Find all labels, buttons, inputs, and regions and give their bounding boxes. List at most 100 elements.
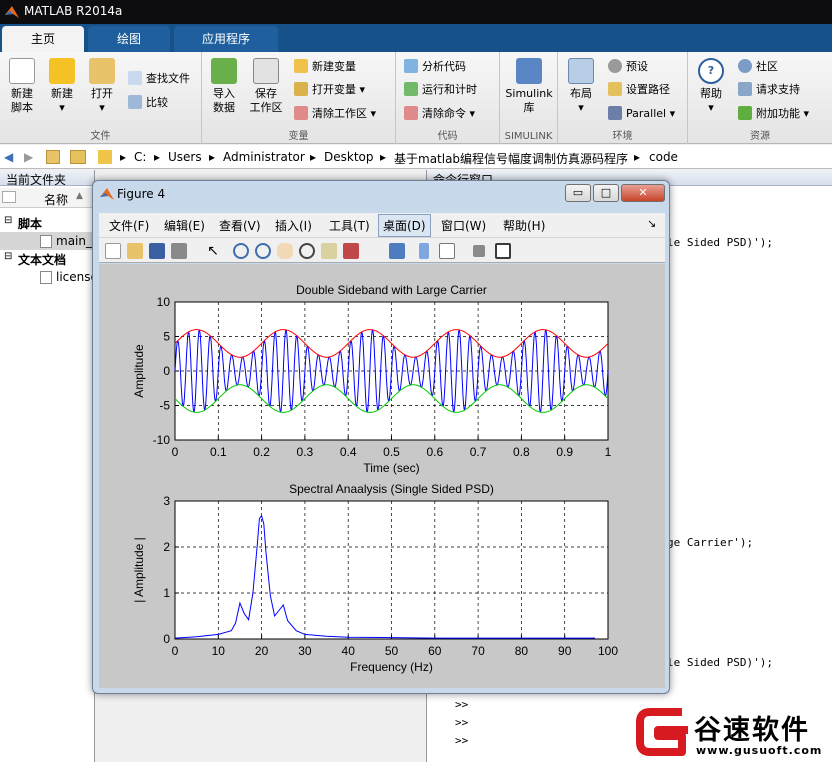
set-path-button[interactable]: 设置路径: [608, 81, 670, 99]
column-header[interactable]: 名称 ▲: [0, 188, 95, 208]
gear-icon: [608, 59, 622, 73]
layout-button[interactable]: 布局 ▾: [564, 58, 598, 115]
y-tick-label: 1: [163, 586, 170, 600]
help-icon: ?: [698, 58, 724, 84]
y-tick-label: 5: [163, 330, 170, 344]
new-script-button[interactable]: 新建 脚本: [4, 58, 40, 115]
file-item-main[interactable]: main_: [0, 232, 95, 250]
prompt: >>: [455, 698, 469, 711]
analyze-code-button[interactable]: 分析代码: [404, 58, 466, 76]
y-tick-label: 3: [163, 494, 170, 508]
address-segment[interactable]: C:: [134, 150, 146, 164]
x-tick-label: 0.6: [426, 445, 443, 459]
group-label-variable: 变量: [288, 131, 309, 142]
x-tick-label: 80: [515, 644, 529, 658]
x-tick-label: 100: [598, 644, 618, 658]
x-axis-label: Frequency (Hz): [350, 660, 433, 674]
clear-commands-button[interactable]: 清除命令 ▾: [404, 105, 475, 123]
x-tick-label: 0: [172, 644, 179, 658]
command-line: ge Carrier');: [667, 536, 754, 549]
address-segment[interactable]: code: [649, 150, 678, 164]
tree-node-scripts[interactable]: ⊟ 脚本: [0, 214, 95, 232]
import-data-button[interactable]: 导入 数据: [208, 58, 240, 115]
chart-title: Spectral Anaalysis (Single Sided PSD): [289, 482, 494, 496]
address-bar: ◀ ▶ ▸ C: ▸ Users ▸ Administrator ▸ Deskt…: [0, 145, 832, 169]
simulink-icon: [516, 58, 542, 84]
select-all-checkbox[interactable]: [2, 191, 16, 203]
address-segment[interactable]: Desktop: [324, 150, 374, 164]
folder-icon: [98, 150, 112, 164]
add-ons-icon: [738, 106, 752, 120]
x-tick-label: 90: [558, 644, 572, 658]
x-tick-label: 40: [342, 644, 356, 658]
x-tick-label: 60: [428, 644, 442, 658]
address-segment[interactable]: 基于matlab编程信号幅度调制仿真源码程序: [394, 150, 628, 167]
x-tick-label: 30: [298, 644, 312, 658]
address-segment[interactable]: Administrator: [223, 150, 305, 164]
open-button[interactable]: 打开 ▾: [86, 58, 118, 115]
add-ons-button[interactable]: 附加功能 ▾: [738, 105, 809, 123]
plus-icon: [49, 58, 75, 84]
community-icon: [738, 59, 752, 73]
y-tick-label: 2: [163, 540, 170, 554]
tab-home[interactable]: 主页: [2, 26, 84, 52]
save-workspace-button[interactable]: 保存 工作区: [246, 58, 286, 115]
clear-workspace-icon: [294, 106, 308, 120]
clear-workspace-button[interactable]: 清除工作区 ▾: [294, 105, 376, 123]
request-support-button[interactable]: 请求支持: [738, 81, 800, 99]
y-tick-label: 10: [157, 295, 171, 309]
group-label-code: 代码: [437, 131, 458, 142]
text-file-icon: [40, 271, 52, 284]
new-button[interactable]: 新建 ▾: [46, 58, 78, 115]
parallel-button[interactable]: Parallel ▾: [608, 105, 675, 123]
watermark: 谷速软件 www.gusuoft.com: [630, 702, 832, 762]
group-label-file: 文件: [90, 131, 111, 142]
support-icon: [738, 82, 752, 96]
ribbon-tabstrip: 主页 绘图 应用程序: [0, 24, 832, 52]
ribbon-group-environment: 布局 ▾ 预设 设置路径 Parallel ▾ 环境: [558, 52, 688, 144]
x-tick-label: 0: [172, 445, 179, 459]
group-label-environment: 环境: [612, 131, 633, 142]
group-label-simulink: SIMULINK: [504, 131, 553, 142]
ribbon-group-variable: 导入 数据 保存 工作区 新建变量 打开变量 ▾ 清除工作区 ▾ 变量: [202, 52, 396, 144]
parallel-icon: [608, 106, 622, 120]
back-icon[interactable]: ◀: [4, 150, 13, 164]
browse-folder-icon[interactable]: [70, 150, 86, 164]
tab-apps[interactable]: 应用程序: [174, 26, 278, 52]
collapse-icon[interactable]: ⊟: [4, 251, 12, 262]
x-tick-label: 0.9: [556, 445, 573, 459]
y-tick-label: -5: [159, 399, 170, 413]
address-segment[interactable]: Users: [168, 150, 202, 164]
figure-window[interactable]: Figure 4 ▭ □ ✕ 文件(F) 编辑(E) 查看(V) 插入(I) 工…: [92, 180, 670, 694]
command-line: le Sided PSD)');: [667, 236, 773, 249]
ribbon-group-code: 分析代码 运行和计时 清除命令 ▾ 代码: [396, 52, 500, 144]
ribbon-group-file: 新建 脚本 新建 ▾ 打开 ▾ 查找文件 比较 文件: [0, 52, 202, 144]
tree-node-text-docs[interactable]: ⊟ 文本文档: [0, 250, 95, 268]
tab-plots[interactable]: 绘图: [88, 26, 170, 52]
x-tick-label: 0.2: [253, 445, 270, 459]
community-button[interactable]: 社区: [738, 58, 778, 76]
watermark-name: 谷速软件: [694, 715, 810, 746]
compare-button[interactable]: 比较: [128, 94, 168, 112]
new-variable-button[interactable]: 新建变量: [294, 58, 356, 76]
forward-icon[interactable]: ▶: [24, 150, 33, 164]
simulink-library-button[interactable]: Simulink 库: [504, 58, 554, 115]
preferences-button[interactable]: 预设: [608, 58, 648, 76]
open-variable-button[interactable]: 打开变量 ▾: [294, 81, 365, 99]
sort-icon: ▲: [76, 191, 83, 201]
app-title: MATLAB R2014a: [24, 4, 123, 18]
help-button[interactable]: ? 帮助 ▾: [694, 58, 728, 115]
group-label-resources: 资源: [750, 131, 770, 142]
new-script-icon: [9, 58, 35, 84]
axes-1: [174, 301, 609, 441]
watermark-logo: [636, 708, 688, 756]
file-item-license[interactable]: license: [0, 268, 98, 286]
collapse-icon[interactable]: ⊟: [4, 215, 12, 226]
y-tick-label: -10: [153, 433, 171, 447]
prompt: >>: [455, 734, 469, 747]
find-files-button[interactable]: 查找文件: [128, 70, 190, 88]
up-folder-icon[interactable]: [46, 150, 60, 164]
run-and-time-button[interactable]: 运行和计时: [404, 81, 477, 99]
chart-title: Double Sideband with Large Carrier: [296, 283, 487, 297]
x-tick-label: 0.7: [470, 445, 487, 459]
